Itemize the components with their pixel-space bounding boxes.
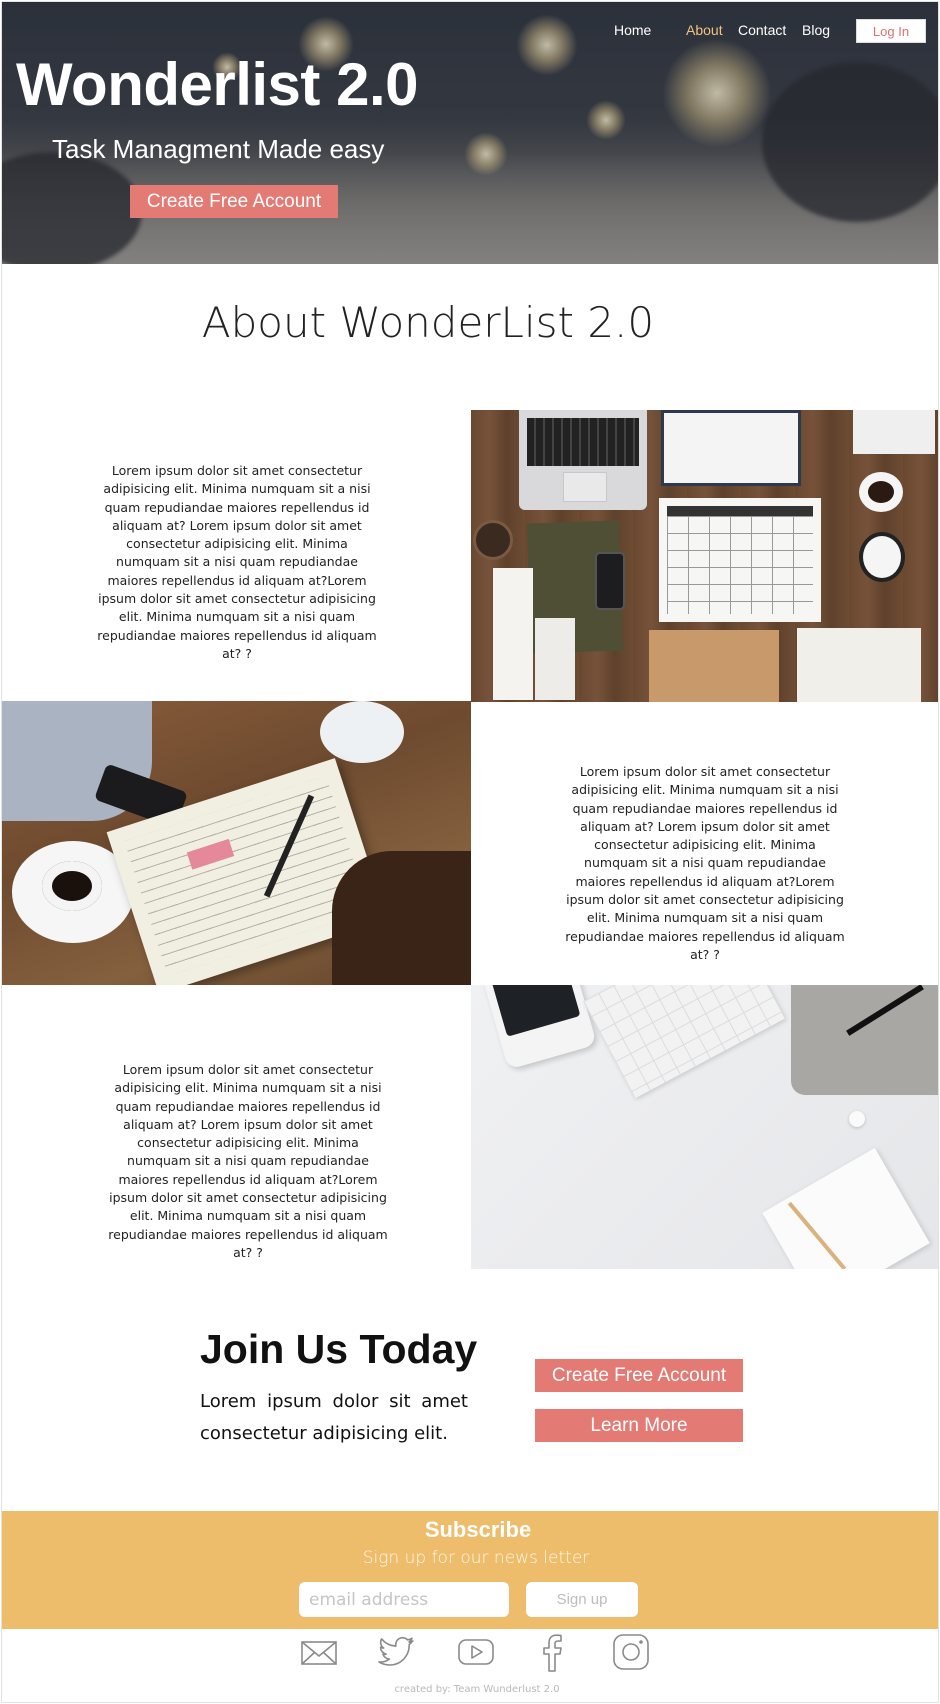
- about-text-cell-2: Lorem ipsum dolor sit amet consectetur a…: [471, 701, 938, 985]
- notebook-meeting-image: [2, 701, 471, 985]
- about-text-cell-3: Lorem ipsum dolor sit amet consectetur a…: [2, 985, 471, 1269]
- footer-credit: created by: Team Wunderlust 2.0: [394, 1684, 560, 1695]
- nav-blog[interactable]: Blog: [802, 22, 830, 38]
- page: Home About Contact Blog Log In Wonderlis…: [1, 1, 939, 1703]
- nav-about[interactable]: About: [686, 22, 723, 38]
- join-create-account-button[interactable]: Create Free Account: [535, 1359, 743, 1392]
- youtube-icon[interactable]: [456, 1631, 496, 1673]
- instagram-icon[interactable]: [611, 1631, 651, 1673]
- twitter-icon[interactable]: [377, 1631, 417, 1673]
- about-paragraph-2: Lorem ipsum dolor sit amet consectetur a…: [565, 764, 845, 962]
- nav-home[interactable]: Home: [614, 22, 651, 38]
- join-title: Join Us Today: [200, 1326, 478, 1372]
- subscribe-title: Subscribe: [424, 1517, 532, 1542]
- login-button[interactable]: Log In: [856, 19, 926, 43]
- hero-banner: Home About Contact Blog Log In Wonderlis…: [2, 2, 938, 264]
- nav-contact[interactable]: Contact: [738, 22, 786, 38]
- about-title: About WonderList 2.0: [201, 298, 655, 347]
- desk-flatlay-image: [471, 410, 938, 702]
- join-text: Lorem ipsum dolor sit amet consectetur a…: [200, 1391, 468, 1444]
- hero-title: Wonderlist 2.0: [16, 51, 418, 118]
- facebook-icon[interactable]: [533, 1631, 573, 1673]
- learn-more-button[interactable]: Learn More: [535, 1409, 743, 1442]
- hero-subtitle: Task Managment Made easy: [52, 134, 385, 164]
- social-links: [2, 1631, 938, 1677]
- about-paragraph-3: Lorem ipsum dolor sit amet consectetur a…: [108, 1062, 388, 1260]
- about-paragraph-1: Lorem ipsum dolor sit amet consectetur a…: [97, 463, 377, 661]
- hero-create-account-button[interactable]: Create Free Account: [130, 185, 338, 218]
- about-row-3: Lorem ipsum dolor sit amet consectetur a…: [2, 985, 938, 1269]
- about-row-1: Lorem ipsum dolor sit amet consectetur a…: [2, 410, 938, 702]
- subscribe-section: Subscribe Sign up for our news letter Si…: [2, 1511, 938, 1629]
- mail-icon[interactable]: [299, 1631, 339, 1673]
- about-row-2: Lorem ipsum dolor sit amet consectetur a…: [2, 701, 938, 985]
- subscribe-text: Sign up for our news letter: [362, 1548, 590, 1568]
- white-desk-image: [471, 985, 938, 1269]
- email-input[interactable]: [299, 1582, 509, 1617]
- signup-button[interactable]: Sign up: [526, 1582, 638, 1617]
- about-text-cell-1: Lorem ipsum dolor sit amet consectetur a…: [2, 410, 471, 702]
